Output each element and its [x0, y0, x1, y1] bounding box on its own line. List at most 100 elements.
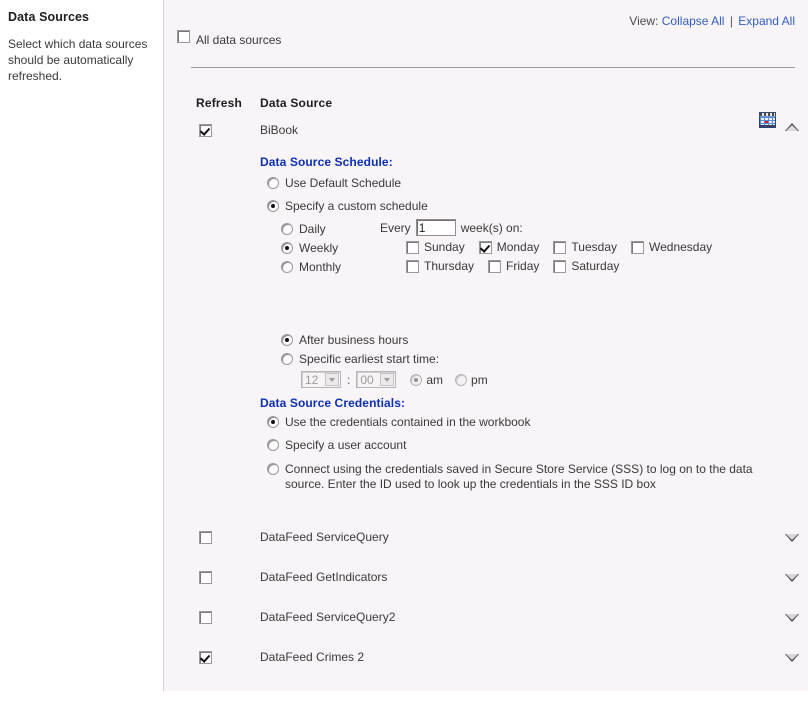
every-weeks-row: Every week(s) on: — [380, 219, 523, 236]
refresh-checkbox-crimes2[interactable] — [199, 651, 212, 664]
data-source-row: DataFeed GetIndicators — [164, 570, 808, 591]
checkbox-sunday[interactable] — [406, 240, 419, 254]
data-source-name: DataFeed ServiceQuery2 — [260, 610, 396, 624]
data-source-name: DataFeed GetIndicators — [260, 570, 388, 584]
radio-daily-label: Daily — [299, 222, 326, 236]
label-am: am — [426, 372, 444, 387]
data-sources-panel: View: Collapse All | Expand All All data… — [163, 0, 808, 691]
credentials-section-title: Data Source Credentials: — [260, 396, 406, 410]
data-sources-settings-page: Data Sources Select which data sources s… — [0, 0, 808, 701]
all-data-sources-checkbox[interactable] — [177, 30, 190, 43]
all-data-sources-label: All data sources — [196, 33, 282, 47]
radio-specific-start-time-control[interactable] — [281, 353, 293, 365]
radio-specific-start-time-label: Specific earliest start time: — [299, 352, 440, 366]
radio-monthly[interactable]: Monthly — [281, 261, 341, 274]
data-source-name-bibook: BiBook — [260, 123, 299, 137]
every-prefix-label: Every — [380, 220, 411, 235]
label-friday: Friday — [506, 259, 540, 273]
data-source-name: DataFeed Crimes 2 — [260, 650, 365, 664]
chevron-down-icon[interactable] — [783, 612, 801, 624]
label-monday: Monday — [496, 240, 540, 254]
radio-weekly-control[interactable] — [281, 242, 293, 254]
chevron-down-inner — [786, 574, 798, 580]
refresh-checkbox-bibook[interactable] — [199, 124, 212, 137]
radio-after-business-hours-label: After business hours — [299, 333, 409, 347]
radio-daily[interactable]: Daily — [281, 223, 326, 236]
radio-am-control[interactable] — [410, 373, 423, 386]
radio-specify-custom-schedule[interactable]: Specify a custom schedule — [267, 200, 428, 213]
hour-select[interactable]: 12 — [301, 371, 341, 388]
radio-user-account-label: Specify a user account — [285, 438, 407, 452]
checkbox-friday[interactable] — [488, 259, 502, 273]
radio-pm-control[interactable] — [455, 373, 468, 386]
label-saturday: Saturday — [571, 259, 620, 273]
radio-use-default-schedule[interactable]: Use Default Schedule — [267, 177, 401, 190]
pm-option[interactable]: pm — [455, 373, 488, 387]
radio-workbook-credentials-control[interactable] — [267, 416, 279, 428]
data-source-row: DataFeed ServiceQuery2 — [164, 610, 808, 631]
collapse-all-link[interactable]: Collapse All — [662, 14, 725, 28]
view-label: View: — [629, 14, 659, 28]
chevron-down-inner — [786, 614, 798, 620]
time-colon: : — [347, 372, 351, 387]
chevron-down-icon-hour[interactable] — [325, 373, 339, 386]
data-source-row: DataFeed ServiceQuery — [164, 530, 808, 551]
radio-after-business-hours-control[interactable] — [281, 334, 293, 346]
chevron-down-icon[interactable] — [783, 572, 801, 584]
checkbox-wednesday[interactable] — [631, 240, 644, 254]
label-pm: pm — [471, 372, 488, 387]
radio-weekly-label: Weekly — [299, 241, 339, 255]
radio-secure-store-service[interactable]: Connect using the credentials saved in S… — [267, 462, 777, 492]
chevron-up-inner — [786, 125, 798, 131]
days-row-one: Sunday Monday Tuesday Wednesday — [406, 240, 712, 254]
every-suffix-label: week(s) on: — [460, 220, 523, 235]
radio-daily-control[interactable] — [281, 223, 293, 235]
radio-specify-custom-schedule-control[interactable] — [267, 200, 279, 212]
radio-user-account[interactable]: Specify a user account — [267, 439, 406, 452]
view-separator: | — [729, 14, 733, 28]
label-sunday: Sunday — [424, 240, 465, 254]
column-header-refresh: Refresh — [196, 96, 243, 110]
minute-select[interactable]: 00 — [356, 371, 397, 388]
divider — [191, 67, 795, 68]
chevron-down-icon-minute[interactable] — [380, 373, 395, 386]
radio-use-default-schedule-control[interactable] — [267, 177, 279, 189]
description-panel: Data Sources Select which data sources s… — [0, 0, 163, 701]
checkbox-saturday[interactable] — [553, 259, 567, 273]
every-weeks-input[interactable] — [415, 219, 456, 236]
chevron-down-icon[interactable] — [783, 532, 801, 544]
hour-select-value: 12 — [305, 372, 319, 387]
label-tuesday: Tuesday — [571, 240, 617, 254]
checkbox-monday[interactable] — [478, 240, 492, 254]
radio-secure-store-service-control[interactable] — [267, 463, 279, 475]
radio-workbook-credentials[interactable]: Use the credentials contained in the wor… — [267, 416, 530, 429]
am-option[interactable]: am — [410, 373, 443, 387]
calendar-icon-footer — [759, 125, 776, 128]
minute-select-value: 00 — [360, 372, 374, 387]
radio-use-default-schedule-label: Use Default Schedule — [285, 176, 402, 190]
radio-monthly-label: Monthly — [299, 260, 342, 274]
chevron-up-icon[interactable] — [783, 121, 801, 133]
panel-description: Select which data sources should be auto… — [8, 37, 148, 83]
chevron-down-icon[interactable] — [783, 652, 801, 664]
checkbox-thursday[interactable] — [406, 259, 419, 273]
label-thursday: Thursday — [424, 259, 475, 273]
data-source-row: DataFeed Crimes 2 — [164, 650, 808, 671]
checkbox-tuesday[interactable] — [553, 240, 567, 254]
days-row-two: Thursday Friday Saturday — [406, 259, 619, 273]
data-source-row-expanded: BiBook — [164, 123, 808, 144]
radio-monthly-control[interactable] — [281, 261, 293, 273]
radio-user-account-control[interactable] — [267, 439, 279, 451]
radio-specify-custom-schedule-label: Specify a custom schedule — [285, 199, 428, 213]
expand-all-link[interactable]: Expand All — [738, 14, 795, 28]
refresh-checkbox-servicequery[interactable] — [199, 531, 212, 544]
radio-after-business-hours[interactable]: After business hours — [281, 334, 408, 347]
radio-specific-start-time[interactable]: Specific earliest start time: — [281, 353, 439, 366]
page-title: Data Sources — [8, 10, 90, 24]
radio-weekly[interactable]: Weekly — [281, 242, 338, 255]
refresh-checkbox-servicequery2[interactable] — [199, 611, 212, 624]
view-toggle-links: View: Collapse All | Expand All — [629, 14, 795, 28]
label-wednesday: Wednesday — [649, 240, 713, 254]
refresh-checkbox-getindicators[interactable] — [199, 571, 212, 584]
start-time-row: 12 : 00 am pm — [301, 371, 488, 388]
